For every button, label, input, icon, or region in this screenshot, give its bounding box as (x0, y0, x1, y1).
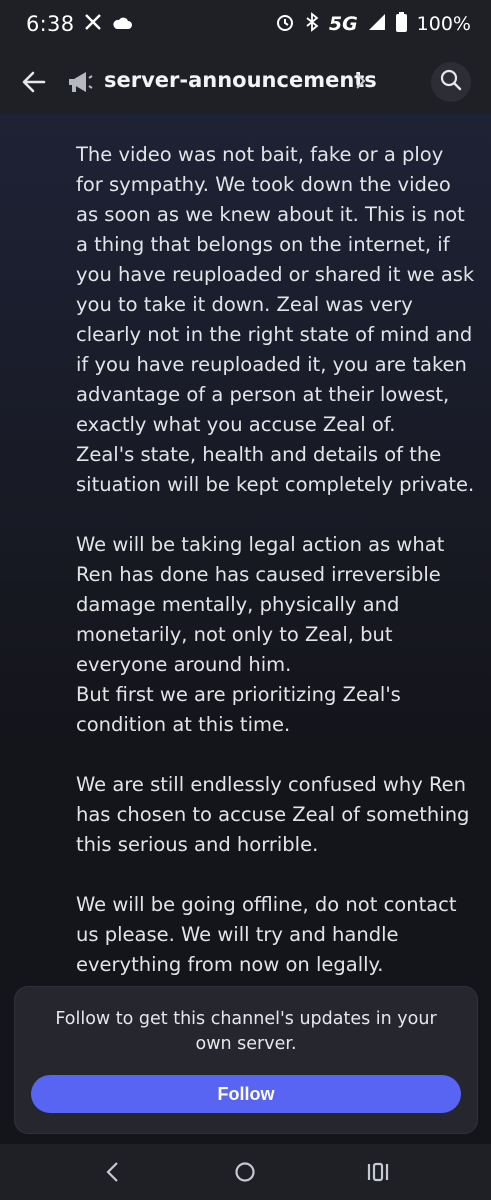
nav-home-icon[interactable] (234, 1161, 256, 1183)
status-left: 6:38 (26, 12, 133, 36)
message-line: We are still endlessly confused why Ren … (76, 773, 470, 856)
nav-back-icon[interactable] (103, 1160, 123, 1184)
cloud-icon (112, 15, 133, 34)
signal-icon (368, 13, 386, 35)
back-arrow-icon[interactable] (20, 68, 48, 96)
message-line: We will be going offline, do not contact… (76, 893, 457, 976)
message-line: We will be taking legal action as what R… (76, 533, 445, 676)
battery-icon (395, 12, 407, 36)
channel-header: server-announcements (0, 50, 491, 114)
message-line: But first we are prioritizing Zeal's con… (76, 683, 401, 736)
search-icon (440, 69, 462, 95)
battery-percent: 100% (416, 13, 471, 35)
follow-card: Follow to get this channel's updates in … (14, 986, 478, 1134)
follow-button[interactable]: Follow (31, 1075, 461, 1113)
announcement-icon (66, 70, 94, 94)
nav-recents-icon[interactable] (366, 1161, 390, 1183)
status-right: 5G 100% (275, 12, 471, 36)
message-body: The video was not bait, fake or a ploy f… (76, 140, 476, 980)
alarm-icon (275, 12, 295, 36)
message-line: Zeal's state, health and details of the … (76, 443, 475, 496)
follow-prompt: Follow to get this channel's updates in … (55, 1009, 437, 1054)
chevron-right-icon[interactable] (354, 70, 368, 92)
network-label: 5G (328, 13, 358, 35)
system-nav-bar (0, 1144, 491, 1200)
channel-name[interactable]: server-announcements (104, 68, 377, 92)
message-line: The video was not bait, fake or a ploy f… (76, 143, 475, 436)
search-button[interactable] (431, 62, 471, 102)
status-bar: 6:38 5G 100% (0, 0, 491, 50)
status-time: 6:38 (26, 12, 75, 36)
bluetooth-icon (305, 12, 319, 36)
x-logo-icon (84, 13, 102, 35)
